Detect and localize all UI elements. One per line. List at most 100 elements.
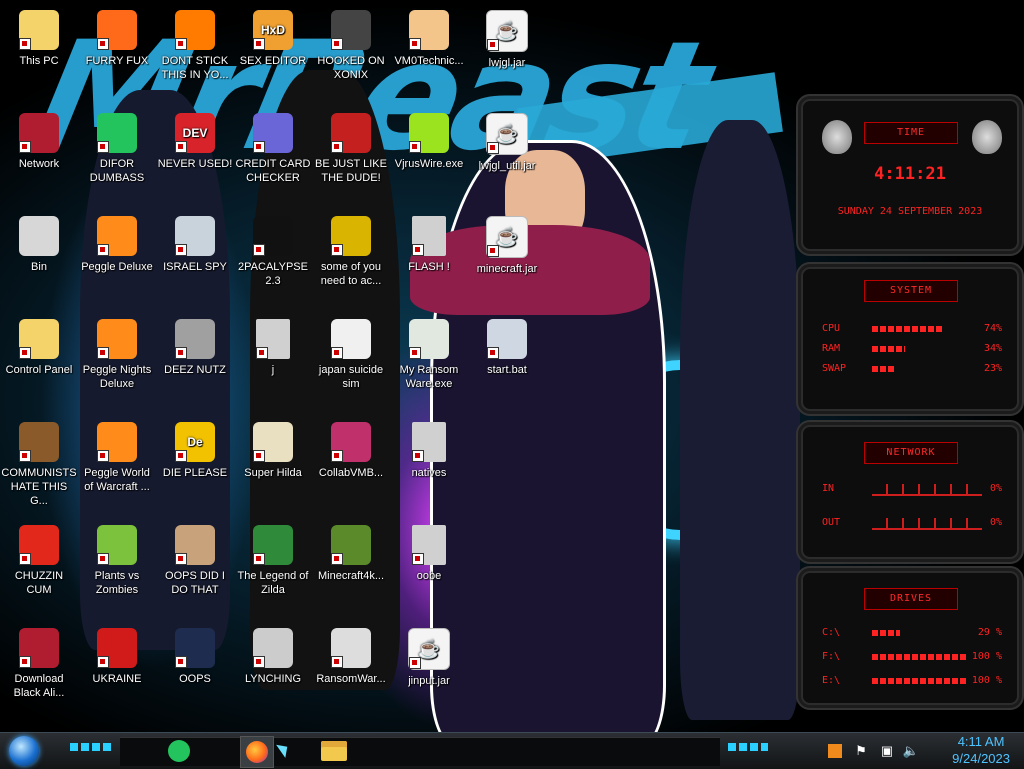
java-icon: ☕ xyxy=(408,628,450,670)
desktop-icon-label: OOPS DID I DO THAT xyxy=(165,570,225,596)
desktop-icon[interactable]: Super Hilda xyxy=(234,416,312,514)
shortcut-arrow-icon xyxy=(487,142,499,154)
desktop-icon[interactable]: Minecraft4k... xyxy=(312,519,390,617)
desktop-icon-label: COMMUNISTS HATE THIS G... xyxy=(1,467,77,507)
desktop-icon[interactable]: 2PACALYPSE 2.3 xyxy=(234,210,312,308)
desktop-icon[interactable]: some of you need to ac... xyxy=(312,210,390,308)
desktop-icon-label: This PC xyxy=(19,55,59,67)
tray-volume-icon[interactable]: 🔈 xyxy=(902,736,920,766)
system-label: RAM xyxy=(822,343,841,354)
desktop-icon[interactable]: BE JUST LIKE THE DUDE! xyxy=(312,107,390,205)
taskbar-file-explorer-button[interactable] xyxy=(318,736,350,766)
shortcut-arrow-icon xyxy=(19,347,31,359)
desktop-icon[interactable]: Network xyxy=(0,107,78,205)
desktop-icon[interactable]: De DIE PLEASE xyxy=(156,416,234,514)
wallpaper-character-right xyxy=(680,120,800,720)
desktop-icon[interactable]: Peggle Deluxe xyxy=(78,210,156,308)
desktop-icon-label: oobe xyxy=(416,570,442,582)
desktop-icon[interactable]: ☕ jinput.jar xyxy=(390,622,468,720)
time-panel: TIME 4:11:21 SUNDAY 24 SEPTEMBER 2023 xyxy=(796,94,1024,256)
desktop-icon[interactable]: oobe xyxy=(390,519,468,617)
desktop-icon[interactable]: HxD SEX EDITOR xyxy=(234,4,312,102)
desktop-icon[interactable]: Download Black Ali... xyxy=(0,622,78,720)
desktop-icon[interactable]: VM0Technic... xyxy=(390,4,468,102)
desktop-icon-label: lwjgl_util.jar xyxy=(478,160,536,172)
shortcut-arrow-icon xyxy=(487,347,499,359)
desktop-icon[interactable]: OOPS xyxy=(156,622,234,720)
desktop-icon[interactable]: CHUZZIN CUM xyxy=(0,519,78,617)
desktop-icon[interactable]: Peggle World of Warcraft ... xyxy=(78,416,156,514)
desktop-icon[interactable]: ISRAEL SPY xyxy=(156,210,234,308)
desktop-icon-label: The Legend of Zilda xyxy=(237,570,309,596)
desktop-icon[interactable]: CREDIT CARD CHECKER xyxy=(234,107,312,205)
desktop-icon[interactable]: j xyxy=(234,313,312,411)
desktop-icon-label: DIFOR DUMBASS xyxy=(89,158,145,184)
desktop-icon[interactable]: ☕ lwjgl_util.jar xyxy=(468,107,546,205)
tray-app-icon[interactable] xyxy=(826,736,844,766)
system-value: 23% xyxy=(983,363,1002,374)
desktop-icon[interactable]: CollabVMB... xyxy=(312,416,390,514)
dog-icon xyxy=(331,216,371,256)
desktop-icon[interactable]: RansomWar... xyxy=(312,622,390,720)
shortcut-arrow-icon xyxy=(412,553,424,565)
desktop-icon-label: japan suicide sim xyxy=(318,364,384,390)
chuzzle-icon xyxy=(19,525,59,565)
shortcut-arrow-icon xyxy=(331,141,343,153)
network-value: 0% xyxy=(989,517,1002,528)
desktop-icon[interactable]: FLASH ! xyxy=(390,210,468,308)
desktop-icon[interactable]: FURRY FUX xyxy=(78,4,156,102)
system-panel: SYSTEM CPU 74% RAM 34% SWAP 23% xyxy=(796,262,1024,416)
alien-head-icon xyxy=(972,120,1002,154)
shortcut-arrow-icon xyxy=(175,244,187,256)
desktop-icon[interactable]: OOPS DID I DO THAT xyxy=(156,519,234,617)
desktop-icon[interactable]: UKRAINE xyxy=(78,622,156,720)
desktop-icon-label: DEEZ NUTZ xyxy=(164,364,226,376)
desktop-icon[interactable]: DONT STICK THIS IN YO... xyxy=(156,4,234,102)
desktop-icon[interactable]: Plants vs Zombies xyxy=(78,519,156,617)
desktop-icon[interactable]: VjrusWire.exe xyxy=(390,107,468,205)
desktop-icon[interactable]: DEV NEVER USED! xyxy=(156,107,234,205)
tray-network-icon[interactable]: ▣ xyxy=(878,736,896,766)
peggle-icon xyxy=(97,319,137,359)
desktop-icon[interactable]: This PC xyxy=(0,4,78,102)
desktop-icon[interactable]: start.bat xyxy=(468,313,546,411)
drive-label: E:\ xyxy=(822,675,841,686)
pixel-hero-icon xyxy=(253,525,293,565)
shortcut-arrow-icon xyxy=(409,657,421,669)
desktop-icon[interactable]: natives xyxy=(390,416,468,514)
desktop-icon[interactable]: japan suicide sim xyxy=(312,313,390,411)
shortcut-arrow-icon xyxy=(331,553,343,565)
desktop-icon[interactable]: Control Panel xyxy=(0,313,78,411)
taskbar-firefox-button[interactable] xyxy=(240,736,274,768)
desktop-icon[interactable]: My Ransom Ware.exe xyxy=(390,313,468,411)
desktop-icon[interactable]: COMMUNISTS HATE THIS G... xyxy=(0,416,78,514)
desktop-icon-label: FLASH ! xyxy=(408,261,450,273)
desktop-icon-label: jinput.jar xyxy=(408,675,450,687)
system-row: CPU 74% xyxy=(822,322,1002,336)
tray-flag-icon[interactable]: ⚑ xyxy=(852,736,870,766)
drive-bar xyxy=(872,630,900,636)
shortcut-arrow-icon xyxy=(256,347,268,359)
desktop-icon[interactable]: LYNCHING xyxy=(234,622,312,720)
taskbar-chat-app-button[interactable] xyxy=(163,736,195,766)
start-button[interactable] xyxy=(6,735,42,767)
desktop-icon[interactable]: Bin xyxy=(0,210,78,308)
radiation-icon xyxy=(97,628,137,668)
desktop-icon[interactable]: The Legend of Zilda xyxy=(234,519,312,617)
taskbar-decor-right xyxy=(728,743,768,751)
orange-app-icon xyxy=(828,744,842,758)
time-title: TIME xyxy=(864,122,958,144)
desktop-icon[interactable]: DIFOR DUMBASS xyxy=(78,107,156,205)
desktop-icon[interactable]: ☕ minecraft.jar xyxy=(468,210,546,308)
network-graph xyxy=(872,518,982,530)
desktop-icon[interactable]: Peggle Nights Deluxe xyxy=(78,313,156,411)
desktop-icon[interactable]: DEEZ NUTZ xyxy=(156,313,234,411)
taskbar-clock[interactable]: 4:11 AM 9/24/2023 xyxy=(952,733,1010,767)
desktop-icon[interactable]: ☕ lwjgl.jar xyxy=(468,4,546,102)
shortcut-arrow-icon xyxy=(19,553,31,565)
shortcut-arrow-icon xyxy=(331,450,343,462)
peggle-icon xyxy=(97,422,137,462)
desktop-icon[interactable]: HOOKED ON XONIX xyxy=(312,4,390,102)
star-butterfly-icon xyxy=(19,10,59,50)
noose-icon xyxy=(253,628,293,668)
